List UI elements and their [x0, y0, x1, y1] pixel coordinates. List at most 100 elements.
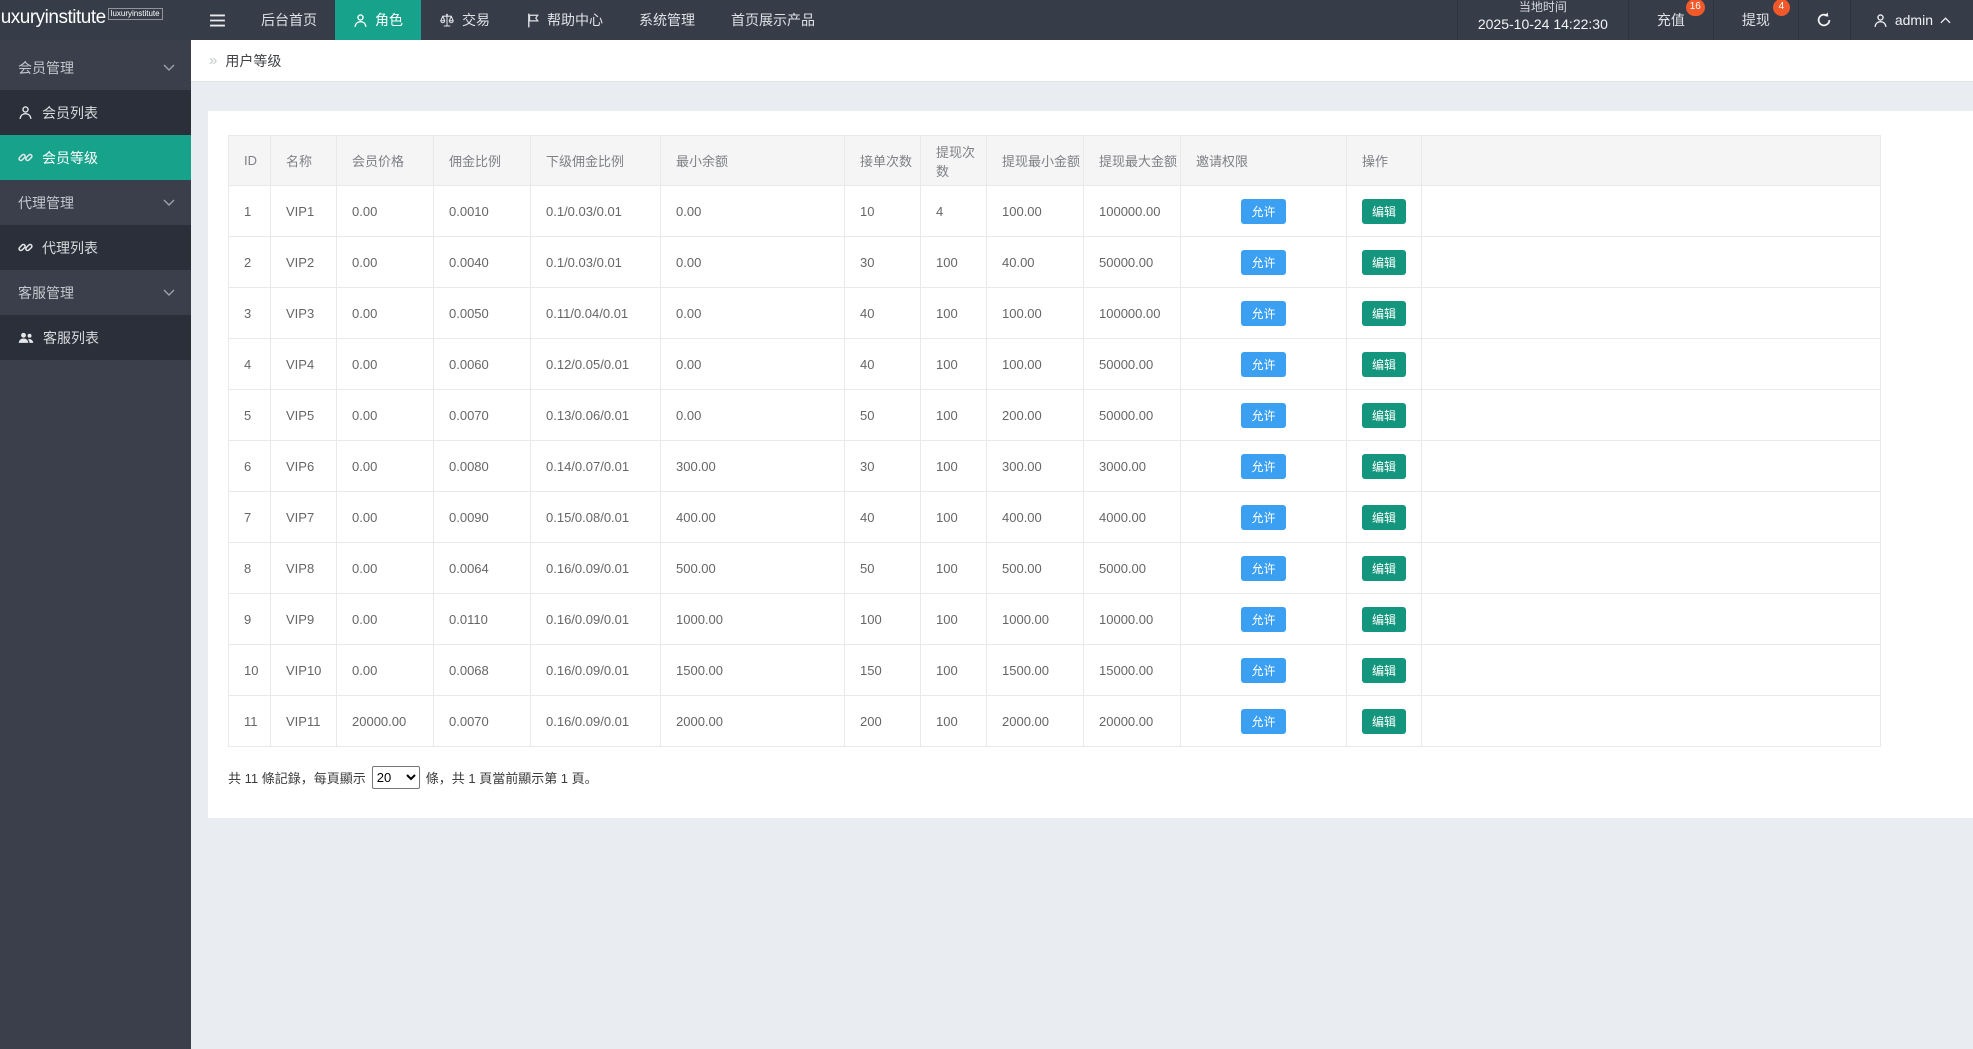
table-cell: 0.0110	[433, 593, 531, 645]
breadcrumb-chevrons-icon: »	[209, 52, 218, 69]
edit-button[interactable]: 编辑	[1361, 606, 1406, 632]
edit-button[interactable]: 编辑	[1361, 453, 1406, 479]
sidebar-item-label: 会员等级	[42, 149, 98, 166]
table-cell: 10	[844, 185, 921, 237]
nav-item-1[interactable]: 后台首页	[243, 0, 335, 40]
table-cell: 50	[844, 389, 921, 441]
user-name: admin	[1894, 12, 1933, 28]
table-cell: 3000.00	[1083, 440, 1181, 492]
link-icon	[18, 240, 33, 255]
table-row: 1 VIP1 0.00 0.0010 0.1/0.03/0.01 0.00 10 4 100.0…	[228, 185, 1881, 237]
logo-sup-text: luxuryinstitute	[107, 8, 163, 20]
nav-item-label: 系统管理	[639, 12, 695, 28]
table-row: 9 VIP9 0.00 0.0110 0.16/0.09/0.01 1000.00 100 1…	[228, 593, 1881, 645]
sidebar-item-会员列表[interactable]: 会员列表	[0, 90, 191, 135]
sidebar-group-3[interactable]: 客服管理	[0, 270, 191, 315]
table-cell: VIP2	[270, 236, 337, 288]
filler-cell	[1421, 593, 1881, 645]
edit-button[interactable]: 编辑	[1361, 198, 1406, 224]
sidebar-group-1[interactable]: 会员管理	[0, 45, 191, 90]
table-row: 3 VIP3 0.00 0.0050 0.11/0.04/0.01 0.00 40 100 10…	[228, 287, 1881, 339]
table-cell: 0.14/0.07/0.01	[530, 440, 661, 492]
chevron-down-icon	[163, 289, 175, 296]
allow-button[interactable]: 允许	[1241, 453, 1286, 479]
allow-button[interactable]: 允许	[1241, 504, 1286, 530]
table-cell: 0.00	[660, 236, 845, 288]
column-header: ID	[228, 135, 271, 186]
nav-item-6[interactable]: 首页展示产品	[713, 0, 833, 40]
sidebar-item-代理列表[interactable]: 代理列表	[0, 225, 191, 270]
table-cell: 0.00	[336, 185, 434, 237]
chevron-up-icon	[1940, 16, 1951, 24]
local-time: 当地时间 2025-10-24 14:22:30	[1456, 0, 1628, 40]
table-cell: 100	[920, 644, 987, 696]
column-header: 名称	[270, 135, 337, 186]
table-cell: VIP9	[270, 593, 337, 645]
sidebar-item-会员等级[interactable]: 会员等级	[0, 135, 191, 180]
table-cell: 0.1/0.03/0.01	[530, 236, 661, 288]
filler-cell	[1421, 695, 1881, 747]
filler-cell	[1421, 236, 1881, 288]
edit-button[interactable]: 编辑	[1361, 708, 1406, 734]
filler-cell	[1421, 440, 1881, 492]
sidebar: luxuryinstitute luxuryinstitute 会员管理 会员列表…	[0, 0, 191, 1049]
table-cell: 50000.00	[1083, 389, 1181, 441]
withdraw-link[interactable]: 提现 4	[1712, 0, 1798, 40]
allow-button[interactable]: 允许	[1241, 708, 1286, 734]
sidebar-group-2[interactable]: 代理管理	[0, 180, 191, 225]
allow-button[interactable]: 允许	[1241, 300, 1286, 326]
action-cell: 编辑	[1346, 287, 1422, 339]
local-time-label: 当地时间	[1518, 0, 1567, 14]
edit-button[interactable]: 编辑	[1361, 300, 1406, 326]
refresh-button[interactable]	[1797, 0, 1850, 40]
edit-button[interactable]: 编辑	[1361, 555, 1406, 581]
allow-button[interactable]: 允许	[1241, 555, 1286, 581]
nav-item-4[interactable]: 帮助中心	[508, 0, 621, 40]
allow-button[interactable]: 允许	[1241, 657, 1286, 683]
table-cell: 0.12/0.05/0.01	[530, 338, 661, 390]
allow-button[interactable]: 允许	[1241, 249, 1286, 275]
edit-button[interactable]: 编辑	[1361, 249, 1406, 275]
page-size-select[interactable]: 20	[371, 766, 420, 789]
table-row: 10 VIP10 0.00 0.0068 0.16/0.09/0.01 1500.00 15…	[228, 644, 1881, 696]
table-cell: 40.00	[986, 236, 1084, 288]
recharge-label: 充值	[1656, 12, 1685, 28]
edit-button[interactable]: 编辑	[1361, 351, 1406, 377]
edit-button[interactable]: 编辑	[1361, 402, 1406, 428]
filler-cell	[1421, 389, 1881, 441]
table-cell: 20000.00	[336, 695, 434, 747]
allow-button[interactable]: 允许	[1241, 198, 1286, 224]
table-cell: 0.0010	[433, 185, 531, 237]
nav-item-3[interactable]: 交易	[421, 0, 508, 40]
table-row: 7 VIP7 0.00 0.0090 0.15/0.08/0.01 400.00 40 100…	[228, 491, 1881, 543]
edit-button[interactable]: 编辑	[1361, 504, 1406, 530]
allow-button[interactable]: 允许	[1241, 402, 1286, 428]
edit-button[interactable]: 编辑	[1361, 657, 1406, 683]
table-cell: 500.00	[986, 542, 1084, 594]
sidebar-item-客服列表[interactable]: 客服列表	[0, 315, 191, 360]
user-icon	[1873, 13, 1888, 28]
table-cell: 11	[228, 695, 271, 747]
table-cell: 100	[920, 389, 987, 441]
user-menu[interactable]: admin	[1849, 0, 1973, 40]
allow-button[interactable]: 允许	[1241, 351, 1286, 377]
column-header: 接单次数	[844, 135, 921, 186]
table-cell: 20000.00	[1083, 695, 1181, 747]
nav-item-5[interactable]: 系统管理	[621, 0, 713, 40]
content-panel: ID 名称 会员价格 佣金比例 下级佣金比例 最小余额 接单次数 提现次数 提现最小金额 提现最大…	[208, 111, 1973, 818]
pagination-text-before: 共 11 條記錄，每頁顯示	[228, 771, 366, 786]
nav-item-label: 后台首页	[261, 12, 317, 28]
allow-button[interactable]: 允许	[1241, 606, 1286, 632]
action-cell: 编辑	[1346, 695, 1422, 747]
nav-item-label: 首页展示产品	[731, 12, 815, 28]
table-cell: VIP6	[270, 440, 337, 492]
recharge-link[interactable]: 充值 16	[1627, 0, 1713, 40]
table-cell: 2000.00	[986, 695, 1084, 747]
nav-item-2[interactable]: 角色	[335, 0, 421, 40]
hamburger-icon[interactable]	[191, 0, 243, 40]
table-cell: 200	[844, 695, 921, 747]
admin-app: luxuryinstitute luxuryinstitute 会员管理 会员列表…	[0, 0, 1973, 1049]
table-cell: 40	[844, 287, 921, 339]
table-cell: 0.00	[336, 236, 434, 288]
table-cell: 0.00	[336, 440, 434, 492]
